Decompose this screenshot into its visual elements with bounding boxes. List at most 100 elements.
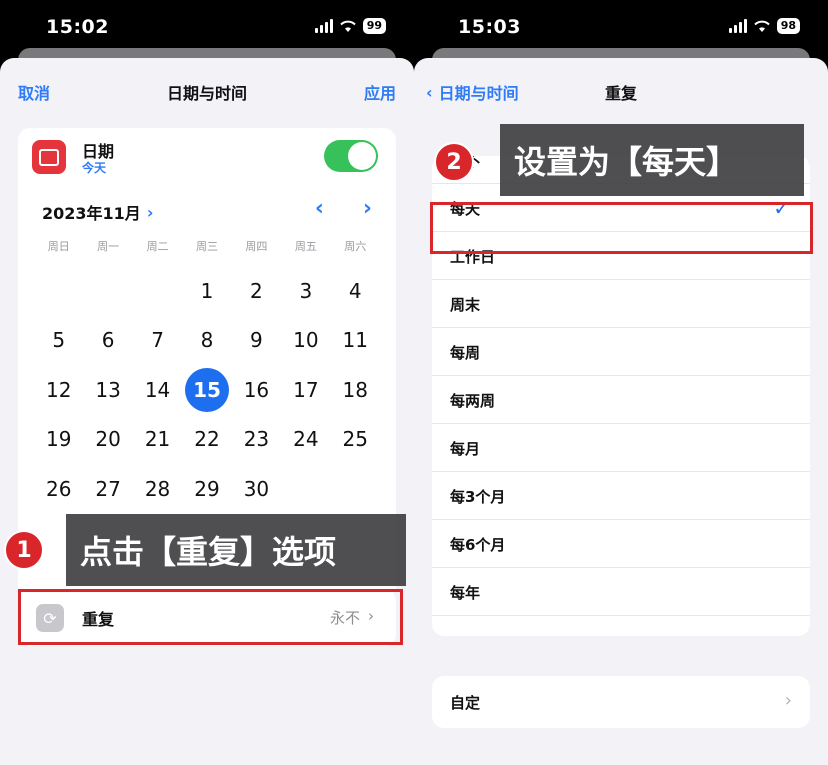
nav-title: 日期与时间 — [166, 84, 247, 103]
calendar-day[interactable]: 21 — [133, 415, 182, 465]
right-screen: 15:03 98 ‹ 日期与时间 重复 永不每天✓工作日周末每周每两周每月每3个… — [414, 0, 828, 765]
day-number: 19 — [45, 427, 72, 452]
calendar-day[interactable]: 28 — [133, 464, 182, 514]
calendar-day[interactable]: 20 — [83, 415, 132, 465]
repeat-option-label: 每周 — [450, 344, 481, 362]
calendar-day[interactable]: 11 — [331, 316, 380, 366]
calendar-day[interactable]: 7 — [133, 316, 182, 366]
calendar-day[interactable]: 6 — [83, 316, 132, 366]
repeat-row-highlight — [18, 589, 403, 645]
calendar-day[interactable]: 23 — [232, 415, 281, 465]
cellular-signal-icon — [728, 19, 747, 33]
calendar-day[interactable]: 18 — [331, 365, 380, 415]
wifi-icon — [339, 20, 356, 32]
calendar-day[interactable]: 27 — [83, 464, 132, 514]
repeat-option-label: 每3个月 — [450, 488, 506, 506]
date-value[interactable]: 今天 — [82, 159, 106, 176]
empty-day-cell — [34, 266, 83, 316]
calendar-day[interactable]: 12 — [34, 365, 83, 415]
repeat-option[interactable]: 周末 — [432, 280, 810, 328]
left-screen: 15:02 99 取消 日期与时间 应用 日期 今天 2023年11月 › ‹ … — [0, 0, 414, 765]
day-number: 30 — [243, 476, 270, 501]
nav-bar: ‹ 日期与时间 重复 — [414, 80, 828, 104]
day-number: 9 — [250, 328, 263, 353]
calendar-day[interactable]: 5 — [34, 316, 83, 366]
repeat-option[interactable]: 每周 — [432, 328, 810, 376]
day-number: 27 — [95, 476, 121, 501]
custom-row[interactable]: 自定 › — [432, 676, 810, 728]
selected-day[interactable]: 15 — [182, 365, 231, 415]
day-number: 14 — [144, 377, 171, 402]
nav-bar: 取消 日期与时间 应用 — [0, 80, 414, 104]
weekday-label: 周六 — [344, 240, 367, 253]
empty-day-cell — [83, 266, 132, 316]
chevron-right-icon: › — [146, 202, 154, 222]
previous-month-button[interactable]: ‹ — [315, 196, 324, 221]
wifi-icon — [753, 20, 770, 32]
weekday-label: 周五 — [294, 240, 317, 253]
calendar-day[interactable]: 25 — [331, 415, 380, 465]
empty-day-cell — [133, 266, 182, 316]
calendar-day[interactable]: 3 — [281, 266, 330, 316]
day-number: 28 — [144, 476, 171, 501]
calendar-day[interactable]: 1 — [182, 266, 231, 316]
day-number: 16 — [243, 377, 270, 402]
repeat-option[interactable]: 每两周 — [432, 376, 810, 424]
day-number: 15 — [184, 367, 229, 412]
calendar-day[interactable]: 30 — [232, 464, 281, 514]
repeat-option[interactable]: 每6个月 — [432, 520, 810, 568]
instruction-text: 设置为【每天】 — [514, 143, 739, 181]
calendar-day[interactable]: 10 — [281, 316, 330, 366]
cellular-signal-icon — [314, 19, 333, 33]
weekday-label: 周一 — [97, 240, 120, 253]
calendar-day[interactable]: 29 — [182, 464, 231, 514]
calendar-day[interactable]: 16 — [232, 365, 281, 415]
month-selector[interactable]: 2023年11月 › — [42, 200, 153, 224]
calendar-day[interactable]: 4 — [331, 266, 380, 316]
repeat-option-label: 每两周 — [450, 392, 496, 410]
step-badge: 1 — [4, 530, 44, 570]
calendar-day[interactable]: 14 — [133, 365, 182, 415]
custom-label: 自定 — [450, 694, 481, 712]
day-number: 24 — [293, 427, 319, 452]
weekday-label: 周四 — [245, 240, 268, 253]
weekday-label: 周三 — [195, 240, 218, 253]
calendar-day[interactable]: 2 — [232, 266, 281, 316]
calendar-day[interactable]: 17 — [281, 365, 330, 415]
status-bar: 15:02 99 — [0, 0, 414, 52]
day-number: 5 — [52, 328, 66, 353]
day-number: 4 — [348, 278, 362, 303]
day-number: 1 — [200, 278, 214, 303]
repeat-option[interactable]: 每3个月 — [432, 472, 810, 520]
repeat-option[interactable]: 每月 — [432, 424, 810, 472]
calendar-grid: 1 2 3 4 5 6 7 8 9 10 11 12 13 14 15 16 17 18 19 20 21 22 23 24 2… — [34, 266, 380, 514]
calendar-day[interactable]: 24 — [281, 415, 330, 465]
calendar-icon — [32, 140, 66, 174]
instruction-text: 点击【重复】选项 — [80, 533, 337, 571]
day-number: 2 — [250, 278, 263, 303]
repeat-option-label: 每6个月 — [450, 536, 506, 554]
repeat-option-label: 每年 — [450, 584, 481, 602]
daily-option-highlight — [430, 202, 813, 254]
day-number: 12 — [45, 377, 72, 402]
day-number: 21 — [144, 427, 171, 452]
apply-button[interactable]: 应用 — [364, 80, 396, 104]
status-bar: 15:03 98 — [414, 0, 828, 52]
next-month-button[interactable]: › — [363, 196, 372, 221]
weekday-header: 周日 周一 周二 周三 周四 周五 周六 — [34, 238, 380, 254]
calendar-day[interactable]: 8 — [182, 316, 231, 366]
day-number: 20 — [95, 427, 121, 452]
calendar-day[interactable]: 22 — [182, 415, 231, 465]
day-number: 6 — [101, 328, 115, 353]
repeat-option[interactable]: 每年 — [432, 568, 810, 616]
calendar-day[interactable]: 9 — [232, 316, 281, 366]
weekday-label: 周日 — [47, 240, 70, 253]
weekday-label: 周二 — [146, 240, 169, 253]
calendar-day[interactable]: 19 — [34, 415, 83, 465]
calendar-day[interactable]: 26 — [34, 464, 83, 514]
date-toggle[interactable] — [324, 140, 378, 172]
day-number: 25 — [342, 427, 368, 452]
calendar-day[interactable]: 13 — [83, 365, 132, 415]
repeat-option-label: 每月 — [450, 440, 481, 458]
day-number: 11 — [342, 328, 368, 353]
